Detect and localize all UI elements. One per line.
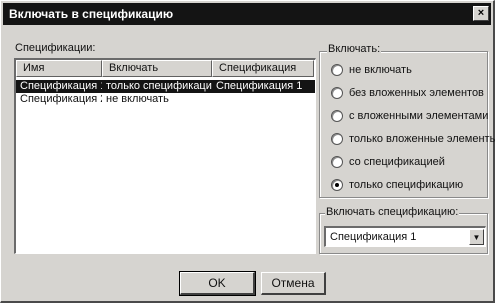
cancel-button[interactable]: Отмена [261, 272, 326, 295]
chevron-down-icon: ▼ [472, 232, 481, 242]
specs-list-header: Имя Включать Спецификация [16, 60, 315, 77]
column-header-name[interactable]: Имя [16, 60, 102, 77]
window-title: Включать в спецификацию [9, 7, 174, 21]
radio-icon [331, 87, 343, 99]
radio-label: не включать [349, 64, 412, 76]
ok-button[interactable]: OK [179, 271, 256, 296]
radio-with-spec[interactable]: со спецификацией [331, 154, 445, 170]
title-bar: Включать в спецификацию × [3, 3, 491, 25]
close-button[interactable]: × [473, 6, 489, 21]
specs-label: Спецификации: [14, 42, 97, 54]
radio-with-nested[interactable]: с вложенными элементами [331, 108, 488, 124]
radio-icon [331, 156, 343, 168]
dropdown-button[interactable]: ▼ [469, 229, 484, 245]
radio-only-nested[interactable]: только вложенные элементы [331, 131, 495, 147]
cancel-button-label: Отмена [271, 276, 315, 290]
radio-no-include[interactable]: не включать [331, 62, 412, 78]
radio-label: с вложенными элементами [349, 110, 489, 122]
specs-list[interactable]: Имя Включать Спецификация Спецификация 1… [14, 58, 316, 254]
radio-icon [331, 133, 343, 145]
radio-only-spec[interactable]: только спецификацию [331, 177, 463, 193]
row-include: только спецификацию [106, 80, 212, 92]
row-spec: Спецификация 1 [216, 80, 303, 92]
table-row[interactable]: Спецификация 2 не включать [16, 93, 315, 106]
column-header-spec[interactable]: Спецификация [212, 60, 314, 77]
include-spec-select[interactable]: Спецификация 1 ▼ [324, 226, 486, 247]
radio-without-nested[interactable]: без вложенных элементов [331, 85, 484, 101]
radio-icon [331, 110, 343, 122]
ok-button-label: OK [208, 276, 226, 290]
radio-label: только вложенные элементы [349, 133, 495, 145]
row-include: не включать [106, 93, 169, 105]
row-name: Спецификация 1 [20, 80, 102, 92]
table-row[interactable]: Спецификация 1 только спецификацию Специ… [16, 80, 315, 93]
include-spec-label: Включать спецификацию: [325, 206, 460, 218]
radio-icon [331, 179, 343, 191]
include-in-spec-dialog: Включать в спецификацию × Спецификации: … [0, 0, 495, 303]
row-spec [212, 93, 314, 106]
close-icon: × [477, 7, 485, 19]
radio-label: только спецификацию [349, 179, 464, 191]
row-name: Спецификация 2 [20, 93, 102, 105]
include-spec-value: Спецификация 1 [330, 231, 417, 243]
radio-label: без вложенных элементов [349, 87, 484, 99]
column-header-include[interactable]: Включать [102, 60, 212, 77]
include-label: Включать: [327, 43, 382, 55]
radio-label: со спецификацией [349, 156, 445, 168]
radio-icon [331, 64, 343, 76]
